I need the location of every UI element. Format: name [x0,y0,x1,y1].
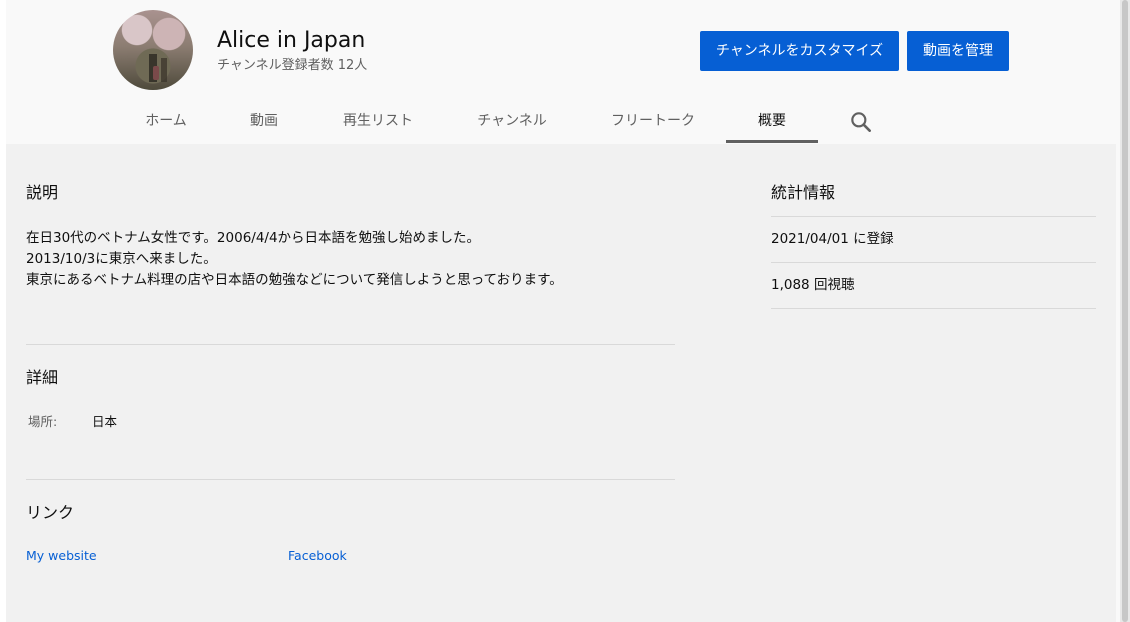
tab-playlists[interactable]: 再生リスト [328,100,428,142]
section-divider [26,479,675,480]
joined-date: 2021/04/01 に登録 [771,231,894,247]
subscriber-count: チャンネル登録者数 12人 [217,58,368,73]
description-line: 東京にあるベトナム料理の店や日本語の勉強などについて発信しようと思っております。 [26,272,563,288]
channel-tabs: ホーム 動画 再生リスト チャンネル フリートーク 概要 [6,100,1120,144]
channel-avatar[interactable] [113,10,193,90]
website-link[interactable]: My website [26,547,97,565]
facebook-link[interactable]: Facebook [288,547,347,565]
scrollbar-thumb[interactable] [1122,0,1128,622]
details-title: 詳細 [26,368,59,387]
tab-channels[interactable]: チャンネル [464,100,560,142]
description-text: 在日30代のベトナム女性です。2006/4/4から日本語を勉強し始めました。 2… [26,228,563,291]
section-divider [26,344,675,345]
description-line: 2013/10/3に東京へ来ました。 [26,251,217,267]
channel-header: Alice in Japan チャンネル登録者数 12人 チャンネルをカスタマイ… [6,0,1120,144]
tab-about[interactable]: 概要 [726,100,818,143]
stats-divider [771,216,1096,217]
tab-discussion[interactable]: フリートーク [598,100,708,142]
channel-name: Alice in Japan [217,28,366,53]
about-content: 説明 在日30代のベトナム女性です。2006/4/4から日本語を勉強し始めました… [6,144,1116,622]
links-title: リンク [26,503,75,522]
avatar-tree-trunk-secondary [161,58,167,82]
stats-divider [771,262,1096,263]
description-title: 説明 [26,183,59,202]
avatar-person-figure [153,66,159,80]
customize-channel-button[interactable]: チャンネルをカスタマイズ [700,31,899,71]
tab-videos[interactable]: 動画 [232,100,296,142]
search-icon[interactable] [848,109,874,135]
description-line: 在日30代のベトナム女性です。2006/4/4から日本語を勉強し始めました。 [26,230,481,246]
manage-videos-button[interactable]: 動画を管理 [907,31,1009,71]
stats-title: 統計情報 [771,183,836,202]
view-count: 1,088 回視聴 [771,277,855,293]
tab-home[interactable]: ホーム [126,100,206,142]
stats-divider [771,308,1096,309]
page-scrollbar[interactable] [1120,0,1130,622]
location-value: 日本 [92,414,118,429]
channel-page: Alice in Japan チャンネル登録者数 12人 チャンネルをカスタマイ… [6,0,1120,622]
location-label: 場所: [28,414,58,429]
